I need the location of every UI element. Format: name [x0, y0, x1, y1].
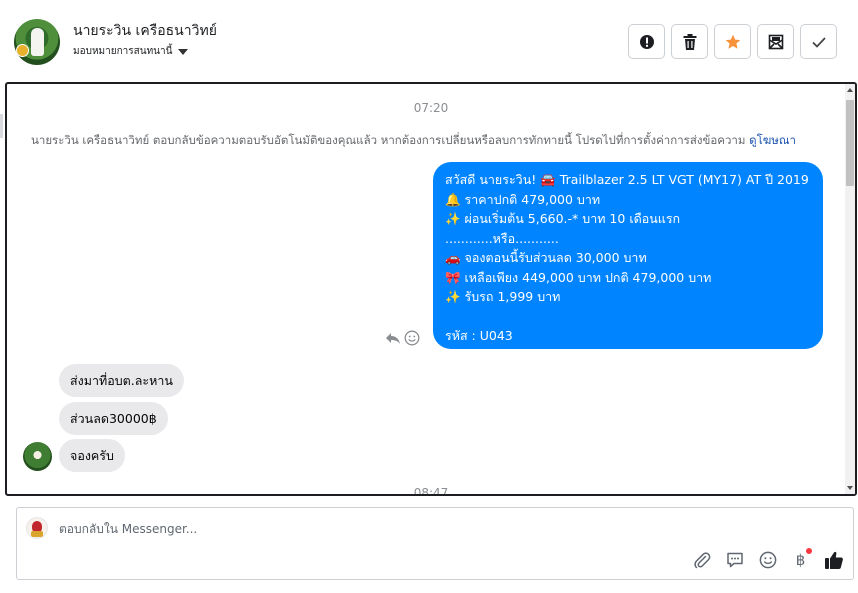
conversation-actions [628, 24, 837, 59]
incoming-message-bubble[interactable]: จองครับ [59, 439, 125, 472]
system-message: นายระวิน เครือธนาวิทย์ ตอบกลับข้อความตอบ… [31, 132, 796, 150]
assign-label: มอบหมายการสนทนานี้ [73, 46, 173, 57]
thread-scrollbar[interactable] [845, 84, 855, 494]
scroll-down-arrow-icon[interactable] [847, 486, 853, 490]
contact-small-avatar [23, 442, 52, 471]
incoming-message-bubble[interactable]: ส่วนลด30000฿ [59, 402, 168, 435]
mark-unread-button[interactable] [757, 24, 794, 59]
notification-dot [806, 548, 812, 554]
payment-button[interactable]: ฿ [789, 548, 812, 571]
contact-name[interactable]: นายระวิน เครือธนาวิทย์ [73, 20, 217, 42]
page-avatar-base [31, 531, 43, 537]
message-line: 🎀 เหลือเพียง 449,000 บาท ปกติ 479,000 บา… [445, 269, 712, 285]
check-icon [811, 36, 826, 48]
paperclip-icon [693, 551, 710, 568]
outgoing-message-bubble[interactable]: สวัสดี นายระวิน! 🚘 Trailblazer 2.5 LT VG… [433, 162, 823, 349]
mark-as-spam-button[interactable] [628, 24, 665, 59]
baht-icon: ฿ [795, 550, 806, 569]
reply-input[interactable] [59, 517, 659, 541]
view-ad-link[interactable]: ดูโฆษณา [749, 133, 796, 147]
saved-replies-button[interactable] [723, 548, 746, 571]
message-line: สวัสดี นายระวิน! 🚘 Trailblazer 2.5 LT VG… [445, 172, 809, 187]
message-hover-actions [385, 330, 420, 346]
message-line: ✨ รับรถ 1,999 บาท [445, 289, 561, 304]
message-line: 🔔 ราคาปกติ 479,000 บาท [445, 191, 601, 207]
send-like-button[interactable] [822, 548, 845, 571]
emoji-button[interactable] [756, 548, 779, 571]
incoming-message-bubble[interactable]: ส่งมาที่อบต.ละหาน [59, 364, 184, 397]
message-line: รหัส : U043 [445, 328, 513, 343]
scroll-thumb[interactable] [846, 100, 854, 186]
assign-conversation-dropdown[interactable]: มอบหมายการสนทนานี้ [73, 44, 189, 59]
react-emoji-icon[interactable] [404, 330, 420, 346]
mark-unread-icon [768, 34, 783, 49]
reply-icon[interactable] [385, 330, 401, 346]
reply-composer: ฿ [16, 507, 854, 580]
avatar-badge [16, 44, 29, 57]
message-line: ✨ ผ่อนเริ่มต้น 5,660.-* บาท 10 เดือนแรก [445, 211, 681, 226]
speech-bubble-icon [726, 552, 743, 567]
alert-icon [639, 34, 654, 49]
trash-icon [683, 33, 696, 50]
star-icon [725, 34, 740, 49]
conversation-header: นายระวิน เครือธนาวิทย์ มอบหมายการสนทนานี… [0, 0, 858, 82]
attach-button[interactable] [690, 548, 713, 571]
composer-tools: ฿ [690, 548, 845, 571]
message-line: ............หรือ........... [445, 230, 559, 246]
follow-up-star-button[interactable] [714, 24, 751, 59]
system-message-text: นายระวิน เครือธนาวิทย์ ตอบกลับข้อความตอบ… [31, 133, 746, 147]
timestamp-first: 07:20 [413, 101, 449, 115]
mark-done-button[interactable] [800, 24, 837, 59]
page-avatar [26, 517, 48, 539]
delete-button[interactable] [671, 24, 708, 59]
smiley-icon [759, 551, 776, 568]
caret-down-icon [178, 49, 189, 55]
left-edge-marker [0, 114, 3, 138]
scroll-up-arrow-icon[interactable] [847, 88, 853, 92]
contact-avatar[interactable] [14, 19, 60, 65]
timestamp-second: 08:47 [413, 486, 449, 496]
message-line: 🚗 จองตอนนี้รับส่วนลด 30,000 บาท [445, 250, 647, 265]
avatar-figure [31, 28, 44, 56]
thumbs-up-icon [824, 551, 843, 569]
message-line [445, 307, 811, 327]
message-thread[interactable]: 07:20 นายระวิน เครือธนาวิทย์ ตอบกลับข้อค… [5, 82, 857, 496]
